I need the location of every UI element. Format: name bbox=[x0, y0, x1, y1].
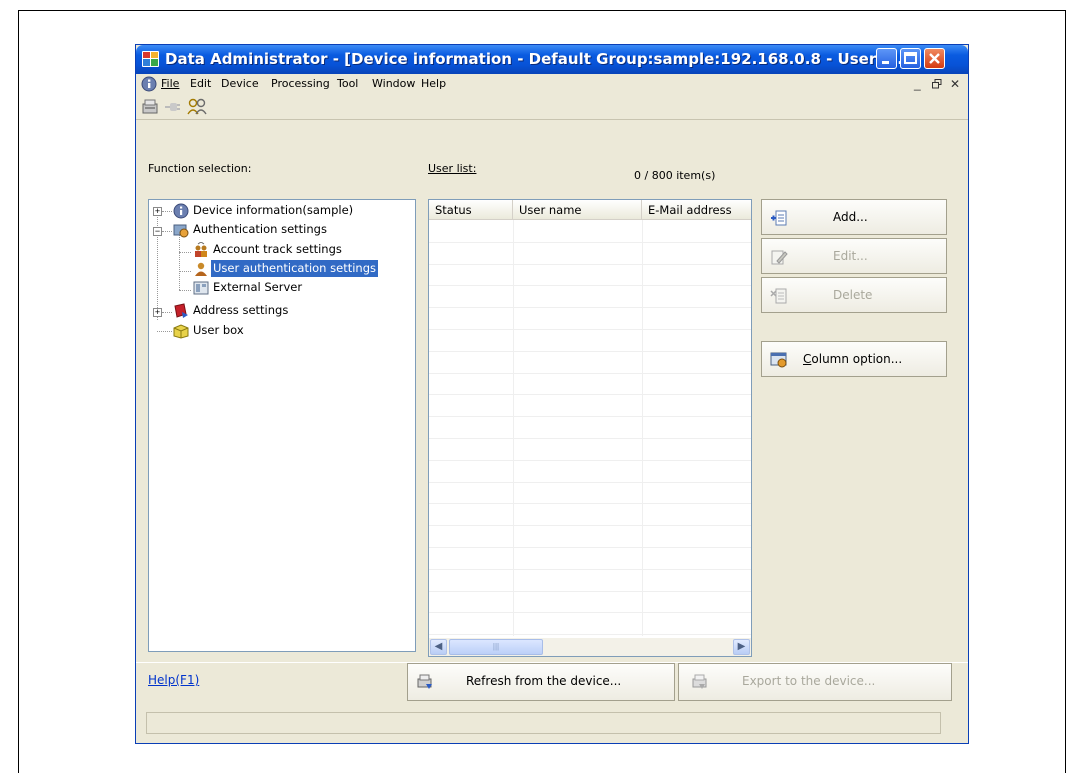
column-header-user-name[interactable]: User name bbox=[513, 200, 642, 220]
grid-row-line bbox=[429, 525, 751, 527]
users-icon[interactable] bbox=[187, 97, 207, 117]
window-title: Data Administrator - [Device information… bbox=[165, 50, 909, 68]
horizontal-scrollbar[interactable]: ◀ ||| ▶ bbox=[429, 638, 751, 656]
delete-icon bbox=[770, 288, 787, 304]
toolbar bbox=[136, 95, 968, 120]
grid-row-line bbox=[429, 372, 751, 374]
grid-column-line bbox=[642, 220, 643, 636]
mdi-restore-icon[interactable] bbox=[932, 79, 942, 89]
tree-item-label: Authentication settings bbox=[193, 222, 327, 236]
tree-item-label: External Server bbox=[213, 280, 303, 294]
export-to-device-button[interactable]: Export to the device... bbox=[678, 663, 952, 701]
grid-row-line bbox=[429, 568, 751, 570]
edit-icon bbox=[771, 250, 788, 265]
refresh-device-icon bbox=[417, 674, 432, 689]
grid-row-line bbox=[429, 241, 751, 243]
grid-row-line bbox=[429, 329, 751, 330]
info-icon bbox=[173, 203, 189, 219]
plug-icon[interactable] bbox=[165, 101, 181, 113]
grid-row-line bbox=[429, 481, 751, 483]
app-window: Data Administrator - [Device information… bbox=[135, 44, 969, 744]
tree-item-label: Address settings bbox=[193, 303, 289, 317]
close-button[interactable] bbox=[924, 48, 945, 69]
server-icon bbox=[193, 281, 209, 295]
grid-row-line bbox=[429, 590, 751, 592]
delete-button-label: Delete bbox=[833, 288, 873, 302]
delete-button[interactable]: Delete bbox=[761, 277, 947, 313]
function-selection-label: Function selection: bbox=[148, 162, 252, 175]
column-settings-icon bbox=[770, 352, 787, 368]
expand-address-settings[interactable]: + bbox=[153, 308, 162, 317]
tree-item-label: Device information(sample) bbox=[193, 203, 354, 217]
device-connect-icon[interactable] bbox=[141, 98, 159, 116]
grid-row-line bbox=[429, 350, 751, 352]
tree-item-label: Account track settings bbox=[213, 242, 342, 256]
box-icon bbox=[173, 324, 189, 339]
close-icon bbox=[929, 53, 940, 64]
grid-row-line bbox=[429, 263, 751, 265]
column-option-button-label: Column option... bbox=[803, 352, 903, 366]
title-bar[interactable]: Data Administrator - [Device information… bbox=[136, 45, 968, 74]
grid-row-line bbox=[429, 438, 751, 439]
collapse-authentication-settings[interactable]: − bbox=[153, 227, 162, 236]
tree-item-label: User box bbox=[193, 323, 244, 337]
grid-row-line bbox=[429, 503, 751, 505]
grid-row-line bbox=[429, 416, 751, 418]
tree-item-label: User authentication settings bbox=[211, 260, 378, 277]
column-option-button[interactable]: Column option... bbox=[761, 341, 947, 377]
function-tree[interactable]: + Device information(sample) − Authentic… bbox=[148, 199, 416, 652]
grid-row-line bbox=[429, 285, 751, 287]
refresh-button-label: Refresh from the device... bbox=[466, 674, 622, 688]
grid-row-line bbox=[429, 547, 751, 548]
menu-window[interactable]: Window bbox=[372, 77, 415, 90]
menu-bar: File Edit Device Processing Tool Window … bbox=[136, 74, 968, 94]
account-track-icon bbox=[195, 242, 207, 257]
user-list-label-text: User list: bbox=[428, 162, 477, 175]
menu-edit[interactable]: Edit bbox=[190, 77, 211, 90]
grid-row-line bbox=[429, 459, 751, 461]
scroll-left-button[interactable]: ◀ bbox=[430, 639, 447, 655]
export-device-icon bbox=[692, 674, 707, 689]
address-book-icon bbox=[174, 303, 188, 318]
menu-tool[interactable]: Tool bbox=[337, 77, 358, 90]
user-list-table[interactable]: Status User name E-Mail address ◀ ||| ▶ bbox=[428, 199, 752, 657]
panel-splitter[interactable] bbox=[419, 150, 423, 650]
menu-processing[interactable]: Processing bbox=[271, 77, 330, 90]
scroll-right-button[interactable]: ▶ bbox=[733, 639, 750, 655]
export-button-label: Export to the device... bbox=[742, 674, 876, 688]
menu-file[interactable]: File bbox=[161, 77, 179, 90]
add-button[interactable]: Add... bbox=[761, 199, 947, 235]
maximize-button[interactable] bbox=[900, 48, 921, 69]
item-count: 0 / 800 item(s) bbox=[634, 169, 716, 182]
grid-row-line bbox=[429, 612, 751, 614]
expand-device-information[interactable]: + bbox=[153, 207, 162, 216]
refresh-from-device-button[interactable]: Refresh from the device... bbox=[407, 663, 675, 701]
maximize-icon bbox=[904, 52, 917, 64]
menu-file-label: File bbox=[161, 77, 180, 90]
column-header-status[interactable]: Status bbox=[429, 200, 513, 220]
minimize-button[interactable] bbox=[876, 48, 897, 69]
auth-settings-icon bbox=[173, 224, 189, 238]
document-info-icon[interactable] bbox=[141, 76, 157, 92]
add-user-icon bbox=[771, 210, 787, 226]
status-bar bbox=[146, 712, 941, 734]
add-button-label: Add... bbox=[833, 210, 868, 224]
grid-row-line bbox=[429, 394, 751, 396]
edit-button[interactable]: Edit... bbox=[761, 238, 947, 274]
menu-device[interactable]: Device bbox=[221, 77, 259, 90]
edit-button-label: Edit... bbox=[833, 249, 868, 263]
user-icon bbox=[195, 262, 207, 276]
grid-row-line bbox=[429, 307, 751, 309]
scroll-thumb[interactable]: ||| bbox=[449, 639, 543, 655]
user-list-label: User list: bbox=[428, 162, 476, 175]
minimize-icon bbox=[882, 61, 889, 64]
menu-help[interactable]: Help bbox=[421, 77, 446, 90]
mdi-minimize-button[interactable]: _ bbox=[914, 77, 921, 91]
grid-column-line bbox=[513, 220, 514, 636]
column-header-email[interactable]: E-Mail address bbox=[642, 200, 751, 220]
grid-row-line bbox=[429, 634, 751, 636]
app-logo-icon bbox=[142, 51, 159, 67]
mdi-close-button[interactable]: ✕ bbox=[950, 77, 960, 91]
help-link[interactable]: Help(F1) bbox=[148, 673, 199, 687]
